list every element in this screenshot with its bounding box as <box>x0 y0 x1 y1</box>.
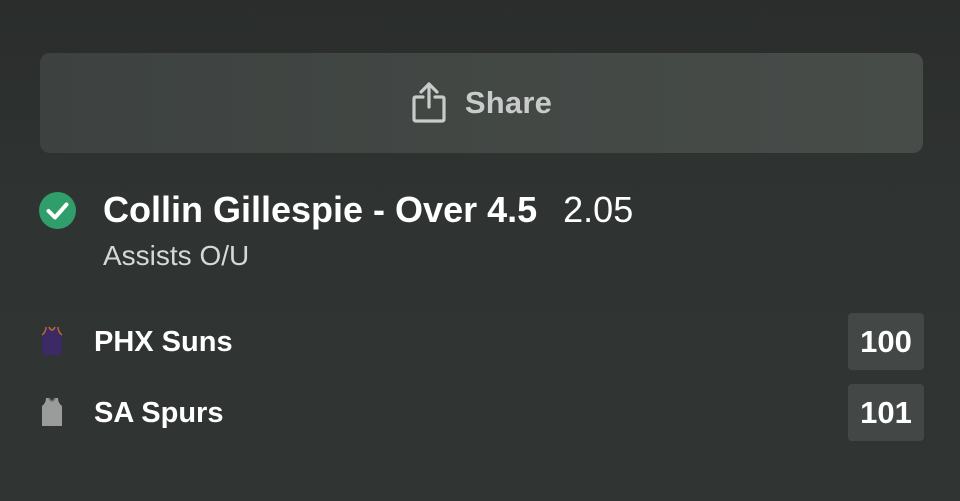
jersey-icon <box>41 326 63 355</box>
team-score: 100 <box>848 313 924 370</box>
team-name: PHX Suns <box>94 326 233 358</box>
selection-name: Collin Gillespie - Over 4.5 <box>103 189 538 230</box>
team-name: SA Spurs <box>94 397 224 429</box>
selection-title: Collin Gillespie - Over 4.5 2.05 <box>103 188 633 232</box>
share-icon <box>412 82 446 123</box>
team-score: 101 <box>848 384 924 441</box>
team-row-away: SA Spurs 101 <box>40 384 924 442</box>
share-label: Share <box>464 85 553 120</box>
selection-odds: 2.05 <box>563 189 634 230</box>
team-row-home: PHX Suns 100 <box>40 313 924 371</box>
share-button[interactable]: Share <box>40 53 923 153</box>
market-name: Assists O/U <box>103 240 250 271</box>
check-circle-icon <box>39 192 76 229</box>
jersey-icon <box>42 397 62 426</box>
